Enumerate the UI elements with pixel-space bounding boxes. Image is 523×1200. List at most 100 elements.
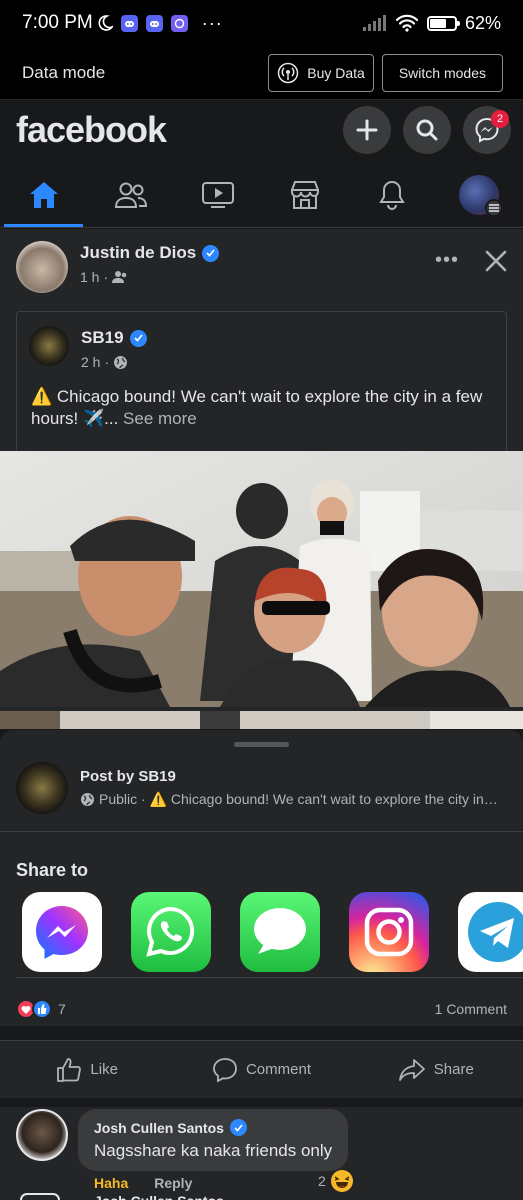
shared-author-name[interactable]: SB19 bbox=[81, 328, 124, 348]
friends-icon bbox=[114, 182, 147, 208]
comment-reaction-button[interactable]: Haha bbox=[94, 1175, 128, 1191]
share-button[interactable]: Share bbox=[349, 1041, 523, 1098]
share-whatsapp-button[interactable] bbox=[131, 892, 211, 972]
next-commenter-avatar[interactable] bbox=[20, 1193, 60, 1200]
group-selfie-image bbox=[0, 451, 523, 707]
whatsapp-icon bbox=[146, 906, 195, 957]
close-icon[interactable] bbox=[485, 250, 507, 272]
tab-watch[interactable] bbox=[174, 162, 261, 227]
comment-author-name[interactable]: Josh Cullen Santos bbox=[94, 1120, 224, 1136]
author-avatar[interactable] bbox=[16, 241, 68, 293]
video-icon bbox=[201, 181, 234, 208]
moon-icon bbox=[98, 15, 113, 31]
reaction-count[interactable]: 7 bbox=[58, 1001, 66, 1017]
create-button[interactable] bbox=[343, 106, 391, 154]
comment-text: Nagsshare ka naka friends only bbox=[94, 1141, 333, 1160]
globe-icon bbox=[81, 793, 94, 806]
photo-preview-image bbox=[0, 711, 523, 729]
second-photo[interactable] bbox=[0, 711, 523, 729]
post-time: 1 h bbox=[80, 269, 100, 285]
post-action-row: Like Comment Share bbox=[0, 1040, 523, 1098]
battery-icon bbox=[426, 15, 460, 31]
data-mode-title: Data mode bbox=[22, 62, 106, 82]
tab-menu[interactable] bbox=[436, 162, 523, 227]
wifi-icon bbox=[395, 14, 419, 32]
shared-post-text: ⚠️ Chicago bound! We can't wait to explo… bbox=[31, 387, 483, 428]
comment-label: Comment bbox=[245, 1061, 311, 1078]
sheet-drag-handle[interactable] bbox=[234, 742, 289, 747]
see-more-link[interactable]: See more bbox=[123, 409, 197, 428]
comment-icon bbox=[213, 1057, 237, 1083]
messenger-button[interactable]: 2 bbox=[463, 106, 511, 154]
buy-data-button[interactable]: Buy Data bbox=[268, 53, 374, 92]
profile-avatar bbox=[459, 174, 504, 217]
comment-button[interactable]: Comment bbox=[174, 1041, 348, 1098]
search-icon bbox=[416, 119, 438, 141]
post-photo[interactable] bbox=[0, 451, 523, 707]
tab-notifications[interactable] bbox=[349, 162, 436, 227]
bell-icon bbox=[379, 180, 406, 210]
menu-icon bbox=[485, 198, 504, 217]
app-header: facebook 2 bbox=[0, 100, 523, 160]
next-comment-author[interactable]: Josh Cullen Santos bbox=[94, 1193, 224, 1200]
data-mode-bar: Data mode Buy Data Switch modes bbox=[0, 46, 523, 100]
verified-icon bbox=[202, 244, 220, 262]
battery-percent: 62% bbox=[464, 12, 501, 33]
sheet-divider bbox=[0, 831, 523, 832]
comment-bubble[interactable]: Josh Cullen Santos Nagsshare ka naka fri… bbox=[78, 1109, 349, 1171]
share-arrow-icon bbox=[398, 1058, 425, 1081]
tab-home[interactable] bbox=[0, 162, 87, 227]
verified-icon bbox=[229, 1119, 247, 1136]
telegram-icon bbox=[468, 902, 523, 962]
messenger-badge: 2 bbox=[491, 110, 509, 128]
like-button[interactable]: Like bbox=[0, 1041, 174, 1098]
share-post-subtitle: Public · ⚠️ Chicago bound! We can't wait… bbox=[99, 791, 500, 807]
friends-audience-icon bbox=[112, 271, 127, 283]
comment-count[interactable]: 1 Comment bbox=[435, 1001, 507, 1017]
tab-friends[interactable] bbox=[87, 162, 174, 227]
comment-item: Josh Cullen Santos Nagsshare ka naka fri… bbox=[0, 1107, 523, 1200]
share-label: Share bbox=[433, 1061, 474, 1078]
switch-modes-label: Switch modes bbox=[398, 64, 486, 81]
share-post-title: Post by SB19 bbox=[80, 768, 176, 785]
share-instagram-button[interactable] bbox=[349, 892, 429, 972]
like-label: Like bbox=[90, 1061, 118, 1078]
main-nav bbox=[0, 162, 523, 228]
discord-icon bbox=[145, 14, 163, 32]
share-to-heading: Share to bbox=[16, 860, 89, 880]
share-telegram-button[interactable] bbox=[458, 892, 523, 972]
feed-post: Justin de Dios 1 h · ••• SB19 2 h · ⚠️ C… bbox=[0, 229, 523, 729]
buy-data-label: Buy Data bbox=[307, 64, 365, 81]
globe-icon bbox=[114, 355, 128, 369]
share-messages-button[interactable] bbox=[240, 892, 320, 972]
tab-marketplace[interactable] bbox=[262, 162, 349, 227]
share-messenger-button[interactable] bbox=[22, 892, 102, 972]
comment-reaction-summary[interactable]: 2 bbox=[318, 1169, 354, 1193]
marketplace-icon bbox=[291, 180, 320, 209]
status-time: 7:00 PM bbox=[22, 12, 93, 33]
shared-post-time: 2 h bbox=[81, 354, 101, 370]
haha-emoji-icon bbox=[330, 1170, 353, 1192]
status-bar: 7:00 PM ··· 62% bbox=[0, 0, 523, 46]
sb19-avatar[interactable] bbox=[29, 326, 69, 366]
reactions-row: 7 1 Comment bbox=[0, 992, 523, 1026]
instagram-icon bbox=[364, 907, 414, 957]
comment-reaction-count: 2 bbox=[318, 1173, 326, 1189]
post-options-icon[interactable]: ••• bbox=[435, 249, 459, 272]
broadcast-icon bbox=[278, 62, 299, 83]
messenger-icon bbox=[36, 906, 88, 959]
thumbs-up-icon bbox=[57, 1057, 82, 1082]
reply-button[interactable]: Reply bbox=[154, 1175, 192, 1191]
sb19-avatar bbox=[16, 762, 68, 814]
switch-modes-button[interactable]: Switch modes bbox=[381, 53, 503, 92]
more-notifications-icon: ··· bbox=[201, 12, 223, 33]
like-reaction-icon bbox=[32, 999, 52, 1019]
verified-icon bbox=[129, 329, 147, 347]
search-button[interactable] bbox=[403, 106, 451, 154]
signal-icon bbox=[362, 15, 386, 31]
shared-post-card[interactable]: SB19 2 h · ⚠️ Chicago bound! We can't wa… bbox=[16, 311, 507, 451]
reaction-icons[interactable] bbox=[16, 999, 52, 1019]
commenter-avatar[interactable] bbox=[16, 1109, 68, 1161]
share-app-row bbox=[22, 892, 523, 972]
post-author-name[interactable]: Justin de Dios bbox=[80, 243, 196, 263]
